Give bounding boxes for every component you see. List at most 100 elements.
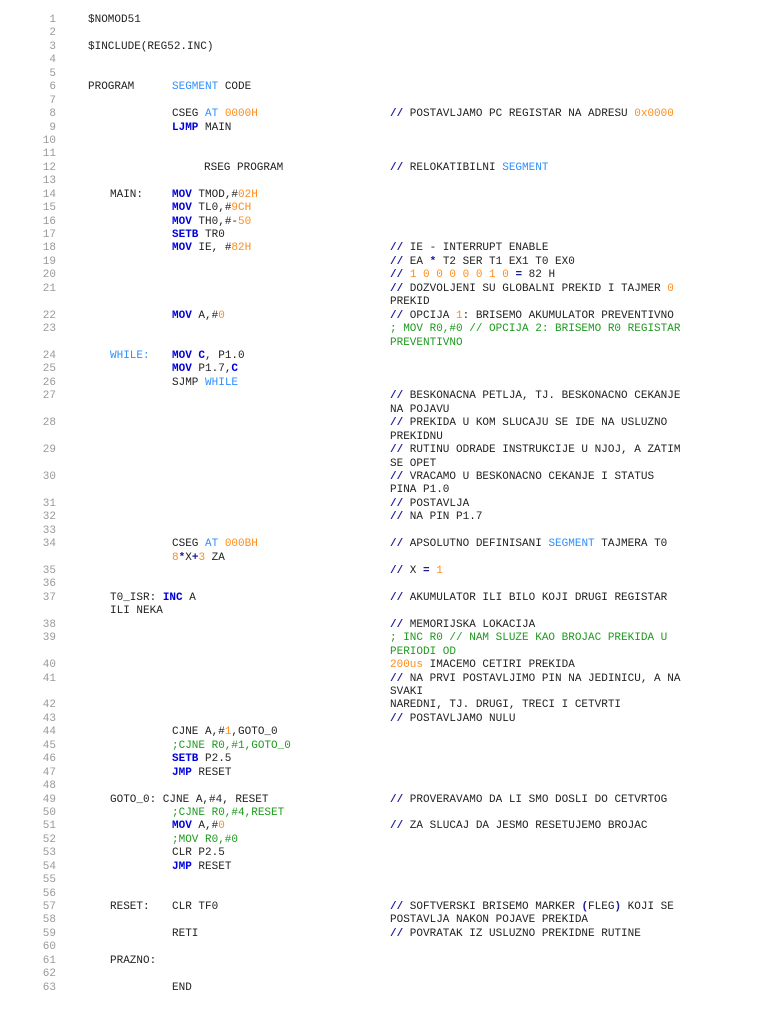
token: SVAKI (390, 686, 424, 698)
comment-symbol: // (390, 390, 404, 403)
comment-text: ; INC R0 // NAM SLUZE KAO BROJAC PREKIDA… (390, 632, 667, 645)
line-number: 2 (49, 27, 56, 40)
code-line-wrap: 8*X+3 ZA (0, 552, 768, 565)
comment-symbol: = (423, 565, 430, 578)
code-line: 15 MOV TL0,#9CH (0, 202, 768, 215)
code-line: 42 NAREDNI, TJ. DRUGI, TRECI I CETVRTI (0, 699, 768, 712)
comment-symbol: // (390, 444, 404, 457)
code-line: 47 JMP RESET (0, 767, 768, 780)
line-number: 53 (42, 847, 56, 860)
number-literal: 1 (456, 309, 463, 322)
line-number: 51 (42, 820, 56, 833)
code-line: 56 (0, 888, 768, 901)
comment-symbol: // (390, 591, 404, 604)
line-number: 57 (42, 901, 56, 914)
code-line: 19 // EA * T2 SER T1 EX1 T0 EX0 (0, 256, 768, 269)
green-comment: ; INC R0 // NAM SLUZE KAO BROJAC PREKIDA… (390, 632, 668, 645)
label-text: WHILE: (110, 350, 150, 363)
line-number: 49 (42, 793, 56, 806)
code-line: 57 RESET: CLR TF0 // SOFTVERSKI BRISEMO MAR… (0, 901, 768, 914)
token: , P1.0 (205, 350, 245, 362)
instruction-text: ;CJNE R0,#1,GOTO_0 (172, 740, 291, 753)
line-number: 28 (42, 417, 56, 430)
instruction-text: MOV TMOD,#02H (172, 189, 258, 202)
comment-text: // DOZVOLJENI SU GLOBALNI PREKID I TAJME… (390, 283, 674, 296)
instruction-text: CSEG AT 000BH (172, 538, 258, 551)
code-line-wrap: ILI NEKA (0, 605, 768, 618)
code-line: 63 END (0, 982, 768, 995)
comment-text: // POSTAVLJA (390, 498, 469, 511)
code-line: 2 (0, 27, 768, 40)
token: MAIN (198, 121, 232, 134)
comment-symbol: // (390, 309, 404, 322)
code-line-wrap: NA POJAVU (0, 404, 768, 417)
comment-text: NAREDNI, TJ. DRUGI, TRECI I CETVRTI (390, 699, 621, 712)
keyword: INC (162, 591, 183, 604)
token: X (185, 551, 192, 564)
token: EA (403, 255, 430, 268)
number-literal: 200us (390, 659, 424, 672)
line-number: 9 (49, 121, 56, 134)
line-number: 42 (42, 699, 56, 712)
code-line: 53 CLR P2.5 (0, 847, 768, 860)
token: PREKIDA U KOM SLUCAJU SE IDE NA USLUZNO (403, 417, 668, 430)
line-number: 3 (49, 40, 56, 53)
token: RESET (191, 766, 232, 779)
token: SJMP (172, 376, 206, 389)
comment-text: ; MOV R0,#0 // OPCIJA 2: BRISEMO R0 REGI… (390, 323, 680, 336)
comment-text: // OPCIJA 1: BRISEMO AKUMULATOR PREVENTI… (390, 310, 674, 323)
label-text: T0_ISR: INC A (110, 592, 196, 605)
directive: SEGMENT (548, 538, 595, 551)
token: RSEG PROGRAM (204, 161, 284, 174)
token: CSEG (172, 538, 206, 551)
line-number: 16 (42, 215, 56, 228)
token: IE, # (191, 242, 232, 255)
line-number: 30 (42, 470, 56, 483)
comment-text: // POVRATAK IZ USLUZNO PREKIDNE RUTINE (390, 928, 641, 941)
line-number: 48 (42, 780, 56, 793)
comment-text: // ZA SLUCAJ DA JESMO RESETUJEMO BROJAC (390, 820, 647, 833)
line-number: 23 (42, 323, 56, 336)
line-number: 54 (42, 860, 56, 873)
comment-text: // SOFTVERSKI BRISEMO MARKER (FLEG) KOJI… (390, 901, 674, 914)
comment-text-wrap: PREVENTIVNO (390, 337, 463, 350)
code-line: 4 (0, 54, 768, 67)
code-line: 23 ; MOV R0,#0 // OPCIJA 2: BRISEMO R0 RE… (0, 323, 768, 336)
keyword: MOV (172, 202, 192, 215)
comment-symbol: // (390, 108, 404, 121)
code-line: 32 // NA PIN P1.7 (0, 511, 768, 524)
label-text: RESET: (110, 901, 150, 914)
token: POSTAVLJAMO PC REGISTAR NA ADRESU (403, 108, 635, 121)
code-line: 26 SJMP WHILE (0, 377, 768, 390)
instruction-text: MOV A,#0 (172, 820, 225, 833)
number-literal: 02H (238, 188, 258, 201)
line-number: 34 (42, 538, 56, 551)
token: OPCIJA (403, 309, 457, 322)
instruction-text-wrap: 8*X+3 ZA (172, 552, 225, 565)
code-line: 54 JMP RESET (0, 861, 768, 874)
line-number: 24 (42, 350, 56, 362)
line-number: 15 (42, 202, 56, 215)
token: TL0,# (191, 202, 232, 215)
comment-text: // IE - INTERRUPT ENABLE (390, 242, 548, 255)
token: NA PIN P1.7 (403, 511, 483, 524)
number-literal: 0x0000 (634, 108, 674, 121)
token: NA POJAVU (390, 403, 450, 416)
token: END (172, 981, 192, 994)
code-line: 50 ;CJNE R0,#4,RESET (0, 807, 768, 820)
comment-symbol: // (390, 712, 404, 725)
comment-text: // PREKIDA U KOM SLUCAJU SE IDE NA USLUZ… (390, 417, 667, 430)
line-number: 8 (49, 108, 56, 121)
code-line-wrap: SVAKI (0, 686, 768, 699)
code-line: 48 (0, 780, 768, 793)
code-line: 58 POSTAVLJA NAKON POJAVE PREKIDA (0, 914, 768, 927)
directive-text: PROGRAM (88, 81, 134, 94)
instruction-text: MOV TH0,#-50 (172, 216, 251, 229)
code-line: 52 ;MOV R0,#0 (0, 834, 768, 847)
line-number: 58 (42, 914, 56, 927)
directive: WHILE (205, 376, 239, 389)
comment-symbol: // (390, 538, 404, 551)
number-literal: 1 (436, 565, 443, 578)
comment-symbol: // (390, 242, 404, 255)
code-line: 36 (0, 578, 768, 591)
